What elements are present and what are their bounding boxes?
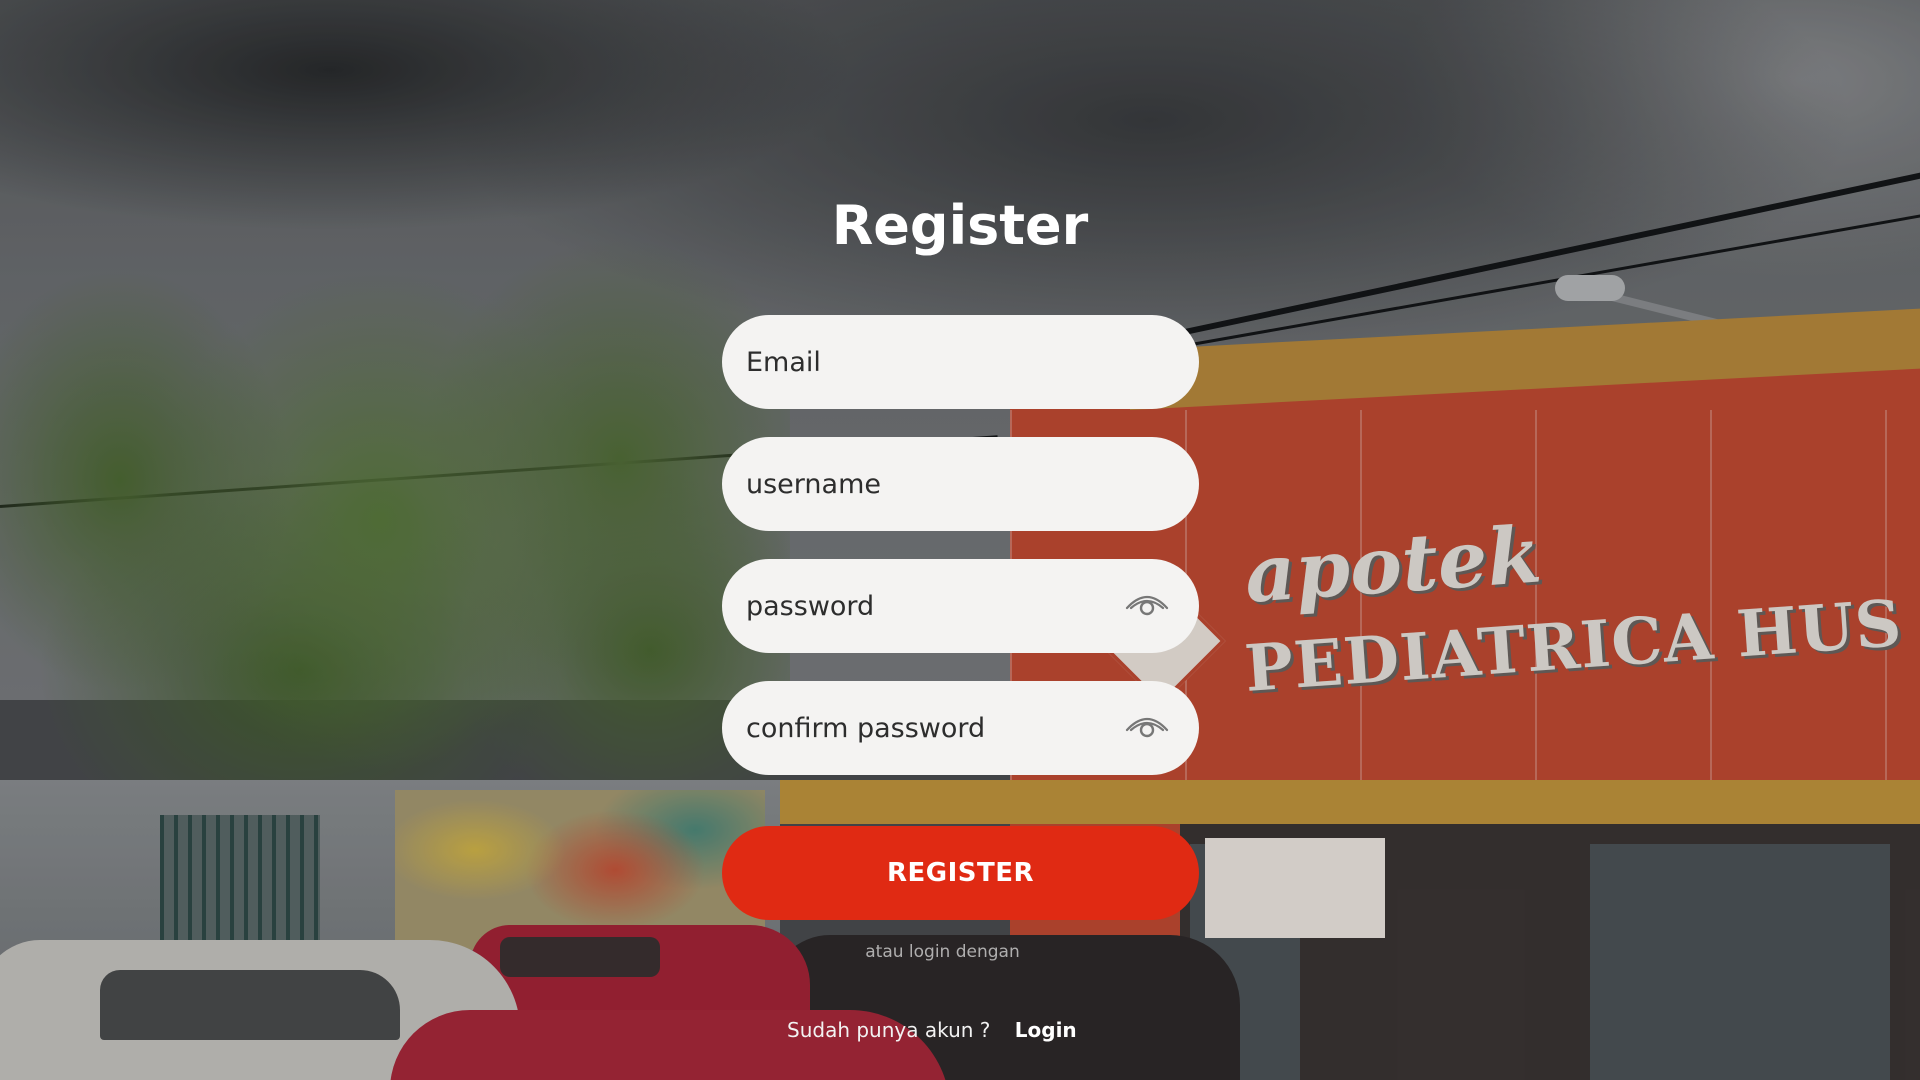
password-field[interactable] xyxy=(722,559,1199,653)
username-field[interactable] xyxy=(722,437,1199,531)
password-input[interactable] xyxy=(746,590,1106,622)
register-page: apotek PEDIATRICA HUS Register Email use… xyxy=(0,0,1920,1080)
alt-login-text: atau login dengan xyxy=(865,942,1020,962)
confirm-password-input[interactable] xyxy=(746,712,1106,744)
login-prompt: Sudah punya akun ? Login xyxy=(787,1018,1077,1042)
eye-icon[interactable] xyxy=(1125,590,1169,622)
have-account-text: Sudah punya akun ? xyxy=(787,1018,991,1042)
confirm-password-field[interactable] xyxy=(722,681,1199,775)
eye-icon[interactable] xyxy=(1125,712,1169,744)
email-input[interactable] xyxy=(746,346,1106,378)
email-field[interactable] xyxy=(722,315,1199,409)
page-title: Register xyxy=(831,194,1089,257)
register-button[interactable]: REGISTER xyxy=(722,826,1199,920)
username-input[interactable] xyxy=(746,468,1106,500)
login-link[interactable]: Login xyxy=(1015,1018,1077,1042)
